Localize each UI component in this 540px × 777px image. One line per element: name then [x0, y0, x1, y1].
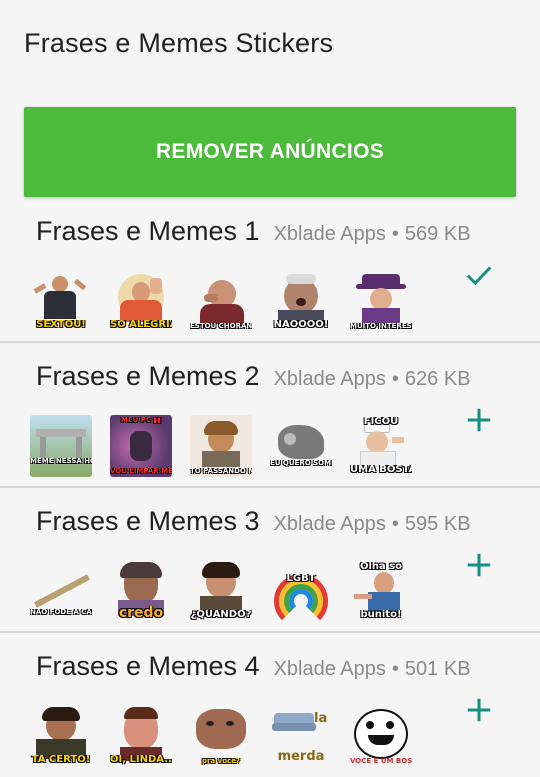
- sticker-thumbnail: MEU PC ▮▮ VOU LIMPAR MEU PC: [110, 415, 172, 477]
- sticker-thumbnail: VOCÊ É UM BOSTA: [350, 705, 412, 767]
- sticker-pack-row[interactable]: Frases e Memes 2 Xblade Apps • 626 KB MEME…: [0, 343, 540, 488]
- sticker-caption-top: FICOU: [363, 417, 399, 427]
- pack-publisher: Xblade Apps: [273, 368, 386, 390]
- sticker-thumbnail: la merda: [270, 705, 332, 767]
- sticker-previews: SEXTOU! SÓ ALEGRIA ESTOU CHORANDO N: [30, 270, 412, 332]
- sticker-caption: UMA BOSTA: [350, 465, 412, 475]
- sticker-previews: NÃO FODE A CAB credo ¿QUANDO? LGBT Olha …: [30, 560, 412, 622]
- sticker-caption-top: la: [314, 711, 328, 726]
- pack-size: 626 KB: [404, 368, 471, 390]
- sticker-caption: TA CERTO!: [31, 755, 91, 765]
- pack-publisher: Xblade Apps: [273, 513, 386, 535]
- pack-name: Frases e Memes 4: [36, 651, 260, 681]
- sticker-thumbnail: credo: [110, 560, 172, 622]
- sticker-pack-row[interactable]: Frases e Memes 1 Xblade Apps • 569 KB SEXT…: [0, 198, 540, 343]
- pack-name: Frases e Memes 1: [36, 216, 260, 246]
- pack-publisher: Xblade Apps: [273, 658, 386, 680]
- meta-separator: •: [391, 513, 399, 535]
- meta-separator: •: [391, 368, 399, 390]
- pack-meta: Xblade Apps • 569 KB: [274, 223, 471, 246]
- meta-separator: •: [391, 223, 399, 245]
- sticker-caption-top: MEU PC ▮▮: [120, 417, 162, 424]
- sticker-caption: SÓ ALEGRIA: [110, 320, 172, 330]
- sticker-caption-top: Olha só: [359, 562, 403, 572]
- remove-ads-button[interactable]: REMOVER ANÚNCIOS: [24, 107, 516, 197]
- pack-name: Frases e Memes 3: [36, 506, 260, 536]
- sticker-thumbnail: LGBT: [270, 560, 332, 622]
- pack-meta: Xblade Apps • 501 KB: [274, 658, 471, 681]
- sticker-thumbnail: SEXTOU!: [30, 270, 92, 332]
- add-pack-plus-icon[interactable]: [464, 550, 494, 580]
- sticker-thumbnail: EU QUERO SOMENTE PAZ: [270, 415, 332, 477]
- pack-size: 569 KB: [404, 223, 471, 245]
- sticker-caption: SEXTOU!: [36, 320, 86, 330]
- pack-header: Frases e Memes 2 Xblade Apps • 626 KB: [36, 361, 471, 392]
- pack-added-check-icon[interactable]: [464, 260, 494, 290]
- sticker-thumbnail: NÃO FODE A CAB: [30, 560, 92, 622]
- pack-size: 595 KB: [404, 513, 471, 535]
- pack-header: Frases e Memes 3 Xblade Apps • 595 KB: [36, 506, 471, 537]
- pack-meta: Xblade Apps • 595 KB: [274, 513, 471, 536]
- sticker-thumbnail: ¿QUANDO?: [190, 560, 252, 622]
- sticker-caption: bunito!: [360, 610, 402, 620]
- sticker-thumbnail: FICOU UMA BOSTA: [350, 415, 412, 477]
- sticker-thumbnail: SÓ ALEGRIA: [110, 270, 172, 332]
- app-title: Frases e Memes Stickers: [24, 28, 334, 58]
- sticker-thumbnail: pra você?: [190, 705, 252, 767]
- sticker-previews: MEME NESSA HORA MEU PC ▮▮ VOU LIMPAR MEU…: [30, 415, 412, 477]
- sticker-pack-list: Frases e Memes 1 Xblade Apps • 569 KB SEXT…: [0, 198, 540, 777]
- sticker-caption: MEME NESSA HORA: [30, 458, 92, 465]
- pack-header: Frases e Memes 1 Xblade Apps • 569 KB: [36, 216, 471, 247]
- sticker-caption: OI, LINDA...: [110, 755, 172, 765]
- sticker-caption: LGBT: [286, 574, 316, 584]
- sticker-caption: VOCÊ É UM BOSTA: [350, 758, 412, 765]
- sticker-thumbnail: MEME NESSA HORA: [30, 415, 92, 477]
- sticker-thumbnail: ESTOU CHORANDO: [190, 270, 252, 332]
- sticker-pack-row[interactable]: Frases e Memes 4 Xblade Apps • 501 KB TA C…: [0, 633, 540, 777]
- sticker-previews: TA CERTO! OI, LINDA... pra você? la merd…: [30, 705, 412, 767]
- sticker-thumbnail: NÃOOOO!: [270, 270, 332, 332]
- sticker-caption: ¿QUANDO?: [190, 610, 252, 620]
- sticker-thumbnail: MUITO INTERESSANTE: [350, 270, 412, 332]
- pack-publisher: Xblade Apps: [273, 223, 386, 245]
- sticker-caption: ESTOU CHORANDO: [190, 323, 252, 330]
- meta-separator: •: [391, 658, 399, 680]
- pack-meta: Xblade Apps • 626 KB: [274, 368, 471, 391]
- add-pack-plus-icon[interactable]: [464, 695, 494, 725]
- pack-name: Frases e Memes 2: [36, 361, 260, 391]
- add-pack-plus-icon[interactable]: [464, 405, 494, 435]
- sticker-caption: EU QUERO SOMENTE PAZ: [270, 460, 332, 467]
- sticker-caption: merda: [277, 750, 325, 763]
- sticker-caption: VOU LIMPAR MEU PC: [110, 468, 172, 475]
- app-bar: Frases e Memes Stickers: [0, 0, 540, 86]
- sticker-thumbnail: TO PASSANDO MAL: [190, 415, 252, 477]
- sticker-caption: TO PASSANDO MAL: [190, 468, 252, 475]
- pack-header: Frases e Memes 4 Xblade Apps • 501 KB: [36, 651, 471, 682]
- sticker-thumbnail: TA CERTO!: [30, 705, 92, 767]
- sticker-caption: MUITO INTERESSANTE: [350, 323, 412, 330]
- sticker-thumbnail: OI, LINDA...: [110, 705, 172, 767]
- sticker-thumbnail: Olha só bunito!: [350, 560, 412, 622]
- sticker-caption: NÃOOOO!: [273, 320, 329, 330]
- sticker-caption: pra você?: [202, 758, 240, 765]
- sticker-caption: credo: [118, 606, 164, 620]
- sticker-pack-row[interactable]: Frases e Memes 3 Xblade Apps • 595 KB NÃO …: [0, 488, 540, 633]
- sticker-caption: NÃO FODE A CAB: [30, 609, 92, 616]
- pack-size: 501 KB: [404, 658, 471, 680]
